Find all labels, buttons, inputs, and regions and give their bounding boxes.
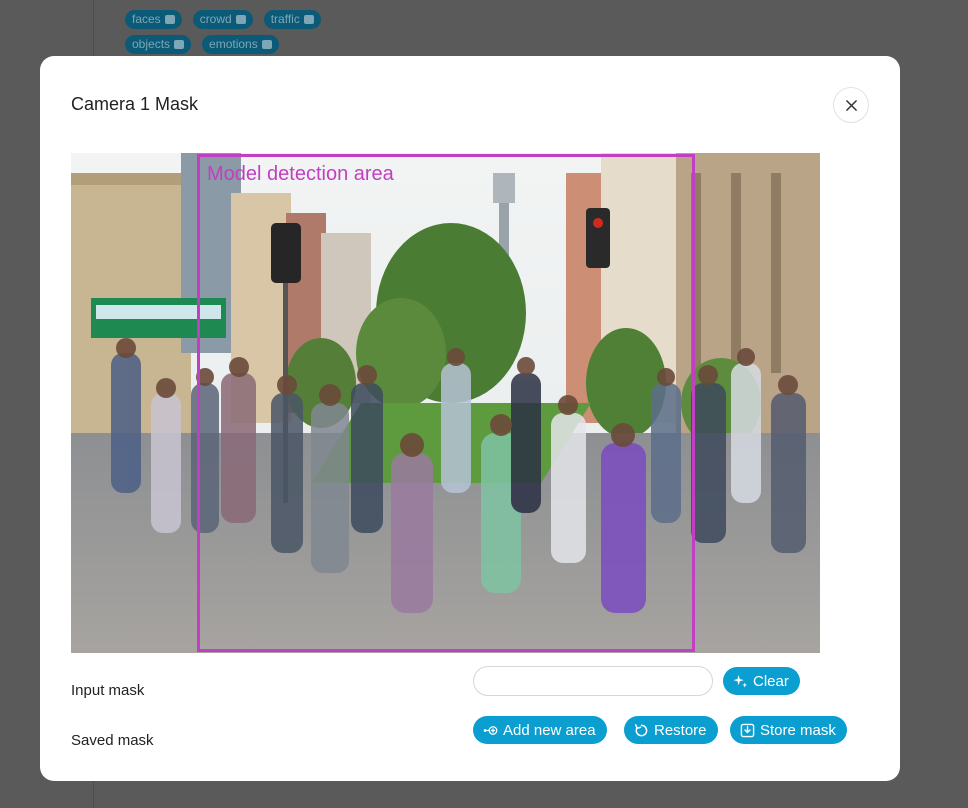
- restore-icon: [634, 723, 648, 736]
- add-area-icon: [483, 725, 498, 735]
- add-new-area-button[interactable]: Add new area: [473, 716, 607, 744]
- tag-label: traffic: [270, 12, 300, 26]
- restore-label: Restore: [654, 721, 707, 739]
- camera-image[interactable]: Model detection area: [71, 153, 820, 653]
- modal-title: Camera 1 Mask: [71, 94, 199, 114]
- tag-label: objects: [132, 37, 171, 51]
- tag-label: emotions: [209, 37, 258, 51]
- add-new-area-label: Add new area: [503, 721, 596, 739]
- tag-label: crowd: [199, 12, 232, 26]
- tag-objects[interactable]: objects: [125, 35, 192, 54]
- store-mask-button[interactable]: Store mask: [730, 716, 847, 744]
- save-icon: [740, 723, 755, 737]
- close-icon: [845, 99, 857, 111]
- detection-area-label: Model detection area: [207, 163, 394, 185]
- background-tag-list: faces crowd traffic objects emotions: [125, 10, 385, 54]
- saved-mask-label: Saved mask: [71, 732, 154, 749]
- input-mask-label: Input mask: [71, 682, 145, 699]
- tag-traffic[interactable]: traffic: [263, 10, 321, 29]
- user-icon: [164, 15, 175, 24]
- clear-button[interactable]: Clear: [723, 667, 800, 695]
- mask-input[interactable]: [473, 666, 713, 696]
- users-icon: [235, 15, 246, 24]
- clear-label: Clear: [753, 672, 789, 690]
- tag-label: faces: [132, 12, 161, 26]
- user-check-icon: [261, 40, 272, 49]
- mask-modal: Camera 1 Mask Model detection area Input…: [40, 56, 900, 781]
- model-detection-area[interactable]: Model detection area: [197, 154, 695, 652]
- close-button[interactable]: [833, 87, 869, 123]
- sparkle-icon: [733, 674, 748, 688]
- car-icon: [303, 15, 314, 24]
- tag-crowd[interactable]: crowd: [192, 10, 253, 29]
- restore-button[interactable]: Restore: [624, 716, 718, 744]
- store-mask-label: Store mask: [760, 721, 836, 739]
- document-icon: [174, 40, 185, 49]
- tag-emotions[interactable]: emotions: [202, 35, 279, 54]
- tag-faces[interactable]: faces: [125, 10, 182, 29]
